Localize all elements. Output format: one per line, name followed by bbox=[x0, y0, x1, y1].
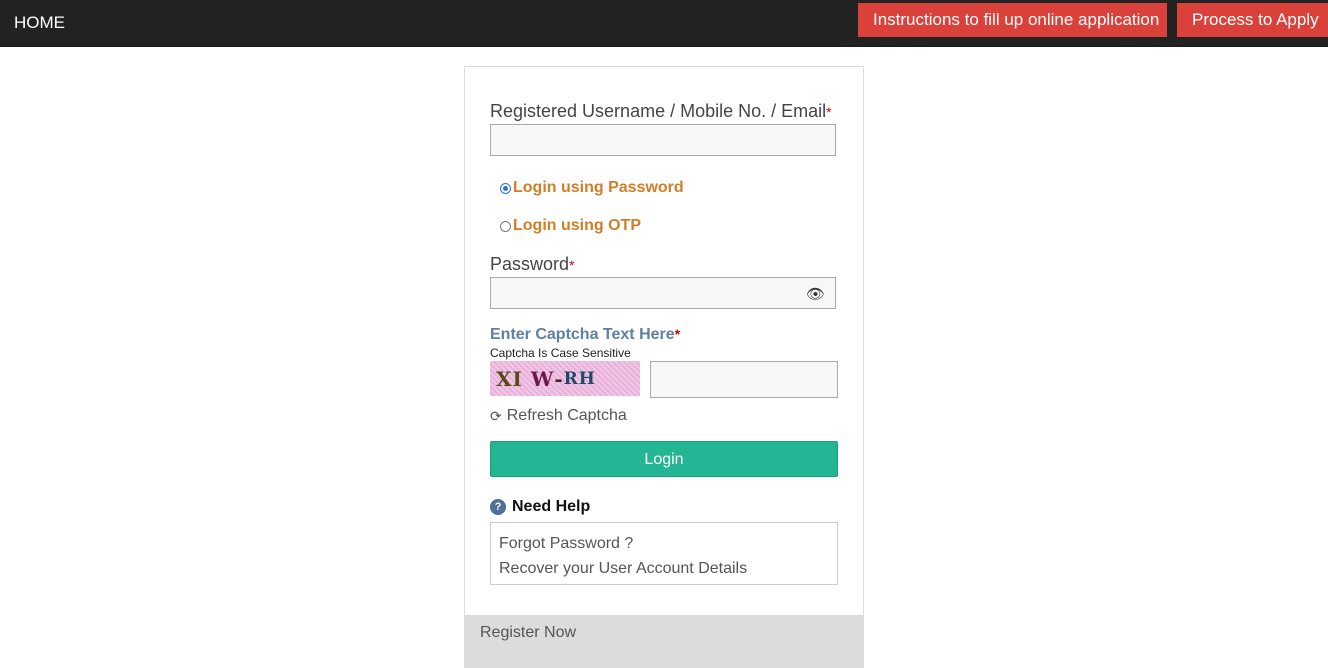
required-mark: * bbox=[674, 326, 681, 342]
recover-account-link[interactable]: Recover your User Account Details bbox=[499, 556, 829, 581]
forgot-password-link[interactable]: Forgot Password ? bbox=[499, 531, 829, 556]
login-otp-label[interactable]: Login using OTP bbox=[513, 217, 641, 235]
captcha-title: Enter Captcha Text Here* bbox=[490, 326, 680, 344]
eye-icon[interactable]: 👁 bbox=[806, 285, 825, 303]
top-navbar: HOME Instructions to fill up online appl… bbox=[0, 0, 1328, 47]
login-password-label[interactable]: Login using Password bbox=[513, 179, 684, 197]
required-mark: * bbox=[826, 104, 832, 120]
question-circle-icon: ? bbox=[490, 499, 506, 515]
login-password-radio[interactable] bbox=[500, 182, 511, 194]
help-links-box: Forgot Password ? Recover your User Acco… bbox=[490, 522, 838, 585]
captcha-char: RH bbox=[563, 368, 596, 389]
login-otp-radio[interactable] bbox=[500, 220, 511, 232]
login-otp-option[interactable]: Login using OTP bbox=[500, 217, 641, 235]
instructions-button[interactable]: Instructions to fill up online applicati… bbox=[858, 3, 1167, 37]
login-card: Registered Username / Mobile No. / Email… bbox=[464, 66, 864, 668]
login-button[interactable]: Login bbox=[490, 441, 838, 477]
username-input[interactable] bbox=[490, 124, 836, 156]
captcha-char: XI bbox=[496, 366, 523, 391]
captcha-input[interactable] bbox=[650, 361, 838, 398]
home-link[interactable]: HOME bbox=[14, 13, 65, 33]
username-label: Registered Username / Mobile No. / Email… bbox=[490, 101, 832, 122]
register-now-link[interactable]: Register Now bbox=[480, 624, 576, 642]
refresh-icon: ⟳ bbox=[490, 407, 502, 424]
refresh-captcha-link[interactable]: ⟳ Refresh Captcha bbox=[490, 407, 627, 425]
register-footer[interactable]: Register Now bbox=[465, 615, 863, 667]
password-input[interactable]: 👁 bbox=[490, 277, 836, 309]
login-password-option[interactable]: Login using Password bbox=[500, 179, 684, 197]
refresh-captcha-label[interactable]: Refresh Captcha bbox=[507, 407, 627, 425]
captcha-char: - bbox=[554, 366, 564, 391]
captcha-note: Captcha Is Case Sensitive bbox=[490, 346, 631, 360]
required-mark: * bbox=[569, 257, 575, 273]
password-label: Password* bbox=[490, 254, 574, 275]
process-to-apply-button[interactable]: Process to Apply bbox=[1177, 3, 1328, 37]
captcha-char: W bbox=[530, 366, 555, 391]
captcha-title-text: Enter Captcha Text Here bbox=[490, 326, 675, 343]
need-help-title: Need Help bbox=[512, 498, 591, 515]
username-label-text: Registered Username / Mobile No. / Email bbox=[490, 101, 827, 121]
password-label-text: Password bbox=[490, 254, 570, 274]
captcha-image: XI W - RH bbox=[490, 361, 640, 396]
need-help-heading: ? Need Help bbox=[490, 498, 590, 516]
